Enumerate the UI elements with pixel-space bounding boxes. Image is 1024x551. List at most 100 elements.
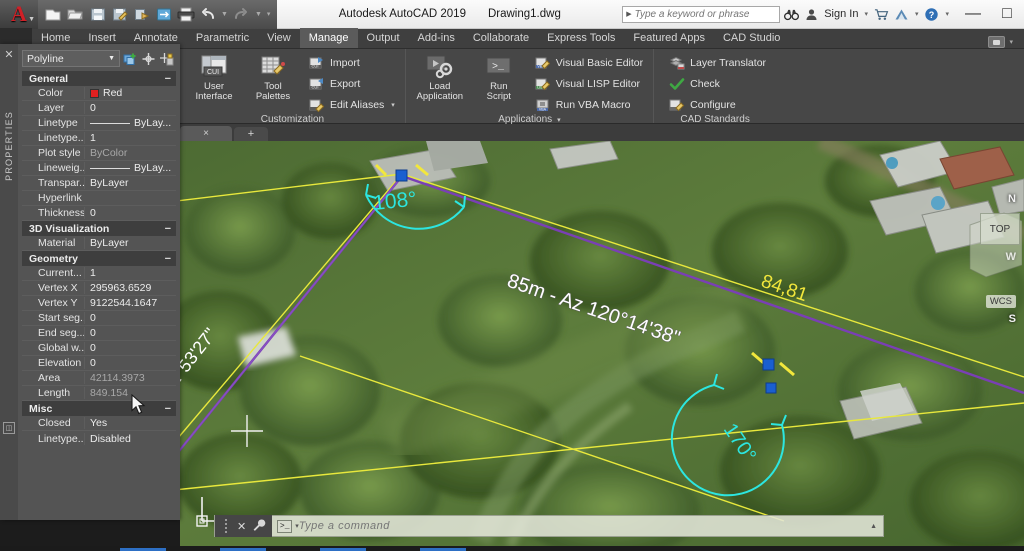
auto-hide-icon[interactable]: ◫ (3, 422, 15, 434)
save-icon[interactable] (88, 5, 107, 24)
help-icon[interactable]: ? (924, 7, 939, 22)
drawing-canvas[interactable]: × + 108° 170° 85m - Az 120°14'38" 84,81 … (180, 124, 1024, 551)
tab-add-ins[interactable]: Add-ins (409, 28, 464, 48)
minimize-button[interactable]: — (956, 0, 990, 29)
object-type-selector[interactable]: Polyline ▼ (22, 50, 120, 67)
undo-icon[interactable] (198, 5, 217, 24)
property-row-hyperlink[interactable]: Hyperlink (22, 191, 176, 206)
new-file-icon[interactable] (44, 5, 63, 24)
tab-featured-apps[interactable]: Featured Apps (624, 28, 714, 48)
sign-in-label[interactable]: Sign In (824, 8, 858, 20)
document-tab[interactable]: × (180, 126, 232, 141)
property-row-color[interactable]: Color Red (22, 86, 176, 101)
property-row-closed[interactable]: Closed Yes (22, 416, 176, 431)
run-vba-macro-button[interactable]: VBA Run VBA Macro (531, 95, 646, 114)
edit-aliases-dropdown-icon[interactable]: ▾ (391, 101, 395, 109)
command-input[interactable] (298, 520, 871, 532)
open-folder-icon[interactable] (66, 5, 85, 24)
property-row-start-segment-width[interactable]: Start seg... 0 (22, 311, 176, 326)
search-input[interactable] (634, 8, 777, 20)
configure-standards-button[interactable]: Configure (665, 95, 769, 114)
plot-print-icon[interactable] (176, 5, 195, 24)
select-objects-icon[interactable] (141, 51, 156, 66)
property-row-thickness[interactable]: Thickness 0 (22, 206, 176, 221)
property-value[interactable]: 0 (84, 342, 176, 354)
signin-dropdown-icon[interactable]: ▾ (864, 10, 868, 18)
tool-palettes-button[interactable]: Tool Palettes (246, 52, 300, 102)
collapse-icon[interactable]: − (165, 403, 171, 415)
layer-translator-button[interactable]: Layer Translator (665, 53, 769, 72)
wrench-icon[interactable] (252, 518, 266, 535)
property-value[interactable]: 1 (84, 267, 176, 279)
property-row-transparency[interactable]: Transpar... ByLayer (22, 176, 176, 191)
load-application-button[interactable]: Load Application (413, 52, 467, 102)
command-line[interactable]: ✕ >_ ▾ ▲ (214, 515, 884, 537)
customize-qat-icon[interactable]: ▾ (267, 10, 271, 18)
tab-collaborate[interactable]: Collaborate (464, 28, 538, 48)
group-header-general[interactable]: General − (22, 71, 176, 86)
property-row-vertex-x[interactable]: Vertex X 295963.6529 (22, 281, 176, 296)
import-cui-button[interactable]: CUI Import (305, 53, 398, 72)
collapse-icon[interactable]: − (165, 73, 171, 85)
property-row-layer[interactable]: Layer 0 (22, 101, 176, 116)
property-row-linetype-scale[interactable]: Linetype... 1 (22, 131, 176, 146)
group-header-3d-visualization[interactable]: 3D Visualization − (22, 221, 176, 236)
save-as-icon[interactable] (110, 5, 129, 24)
property-value[interactable]: Disabled (84, 432, 176, 445)
property-value[interactable]: ByLay... (84, 162, 176, 174)
property-row-linetype[interactable]: Linetype ByLay... (22, 116, 176, 131)
property-value[interactable]: ByLayer (84, 177, 176, 189)
property-row-material[interactable]: Material ByLayer (22, 236, 176, 251)
property-value[interactable]: ByLayer (84, 237, 176, 249)
user-icon[interactable] (804, 7, 819, 22)
collapse-icon[interactable]: − (165, 253, 171, 265)
property-value[interactable]: 0 (84, 312, 176, 324)
application-menu-button[interactable]: A ▼ (0, 0, 38, 29)
chevron-down-icon[interactable]: ▼ (108, 55, 115, 62)
binoculars-icon[interactable] (784, 7, 800, 22)
property-row-linetype-generation[interactable]: Linetype... Disabled (22, 431, 176, 446)
close-icon[interactable]: ✕ (4, 48, 13, 61)
ribbon-options-dropdown-icon[interactable]: ▾ (1009, 38, 1013, 46)
close-icon[interactable]: × (203, 128, 209, 139)
tab-cad-studio[interactable]: CAD Studio (714, 28, 789, 48)
tab-output[interactable]: Output (358, 28, 409, 48)
cloud-dropdown-icon[interactable]: ▾ (915, 10, 919, 18)
property-row-current-vertex[interactable]: Current... 1 (22, 266, 176, 281)
applications-panel-dropdown-icon[interactable]: ▾ (557, 116, 561, 124)
property-row-global-width[interactable]: Global w... 0 (22, 341, 176, 356)
pickadd-icon[interactable] (159, 51, 174, 66)
tab-express-tools[interactable]: Express Tools (538, 28, 624, 48)
export-cui-button[interactable]: CUI Export (305, 74, 398, 93)
cloud-sync-icon[interactable] (154, 5, 173, 24)
maximize-button[interactable]: □ (990, 0, 1024, 29)
property-value[interactable]: 0 (84, 357, 176, 369)
search-dropdown-icon[interactable]: ▶ (626, 10, 631, 18)
autodesk-cloud-icon[interactable] (894, 7, 909, 22)
collapse-icon[interactable]: − (165, 223, 171, 235)
property-value[interactable]: Red (84, 87, 176, 99)
property-value[interactable]: 0 (84, 102, 176, 114)
property-row-elevation[interactable]: Elevation 0 (22, 356, 176, 371)
edit-aliases-button[interactable]: Edit Aliases ▾ (305, 95, 398, 114)
tab-parametric[interactable]: Parametric (187, 28, 258, 48)
wcs-label[interactable]: WCS (985, 295, 1016, 308)
user-interface-button[interactable]: CUI User Interface (187, 52, 241, 102)
command-line-grip[interactable] (221, 516, 231, 536)
ribbon-display-options-icon[interactable] (988, 36, 1006, 48)
check-standards-button[interactable]: Check (665, 74, 769, 93)
quick-select-icon[interactable] (123, 51, 138, 66)
property-value[interactable]: ByLay... (84, 117, 176, 129)
redo-dropdown-icon[interactable]: ▼ (255, 11, 262, 18)
new-document-tab-button[interactable]: + (234, 127, 268, 141)
run-script-button[interactable]: >_ Run Script (472, 52, 526, 102)
property-row-vertex-y[interactable]: Vertex Y 9122544.1647 (22, 296, 176, 311)
undo-dropdown-icon[interactable]: ▼ (221, 11, 228, 18)
group-header-geometry[interactable]: Geometry − (22, 251, 176, 266)
group-header-misc[interactable]: Misc − (22, 401, 176, 416)
export-icon[interactable] (132, 5, 151, 24)
property-value[interactable]: 0 (84, 327, 176, 339)
visual-lisp-editor-button[interactable]: LISP Visual LISP Editor (531, 74, 646, 93)
cart-icon[interactable] (874, 7, 889, 22)
infocenter-search[interactable]: ▶ (622, 5, 781, 23)
